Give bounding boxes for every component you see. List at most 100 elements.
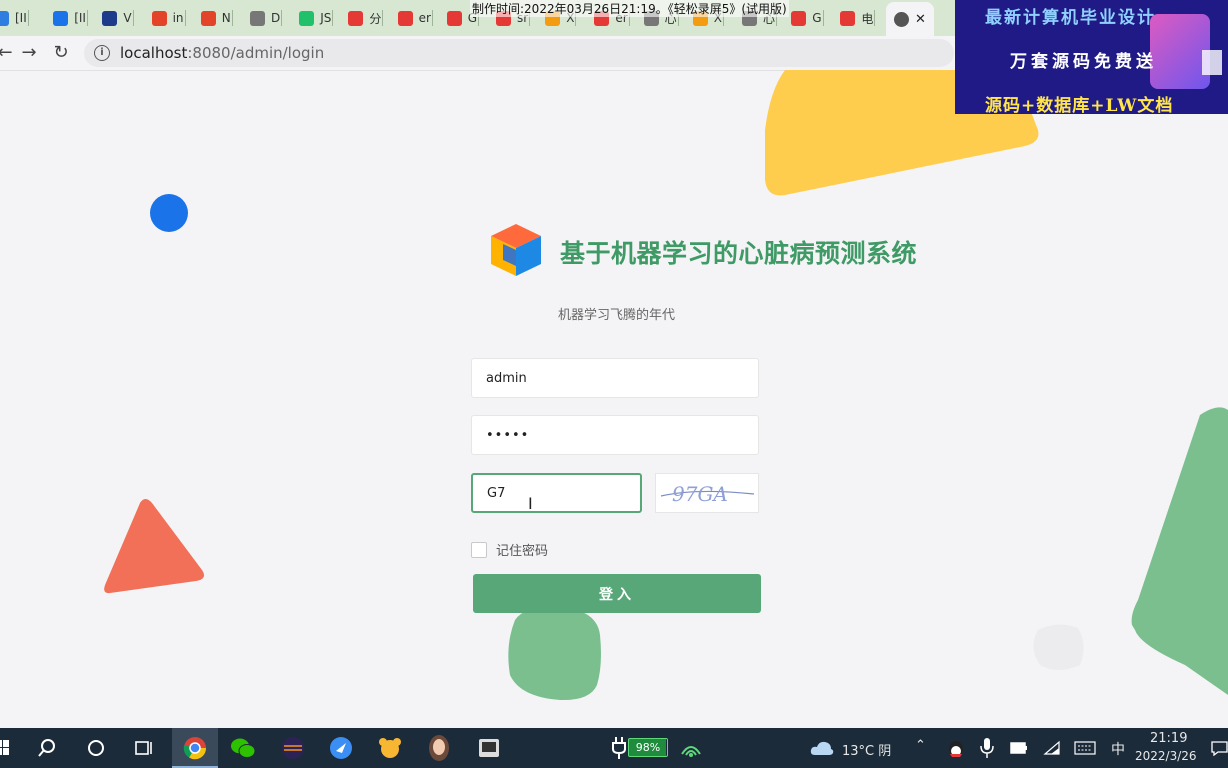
page-subtitle: 机器学习飞腾的年代 [558, 308, 676, 323]
tab-favicon-icon [102, 10, 118, 26]
tab-separator [874, 10, 876, 26]
cortana-circle-icon[interactable] [86, 738, 106, 758]
browser-tab[interactable]: 电 [840, 4, 876, 32]
tab-separator [431, 10, 433, 26]
browser-tab[interactable]: in [151, 4, 186, 32]
browser-tab[interactable]: G [791, 4, 824, 32]
power-plug-icon [612, 737, 626, 759]
battery-tray-icon[interactable] [1010, 740, 1028, 756]
forward-arrow-icon[interactable]: → [18, 42, 40, 64]
input-method-indicator[interactable]: 中 [1111, 739, 1125, 759]
clock-date[interactable]: 2022/3/26 [1135, 749, 1197, 763]
tab-separator [281, 10, 283, 26]
tab-separator [132, 10, 134, 26]
green-blob-decoration [508, 606, 601, 701]
red-triangle-decoration [104, 499, 204, 594]
promo-line-2: 万套源码免费送 [1010, 52, 1157, 72]
tab-favicon-icon [791, 10, 807, 26]
remember-password-checkbox[interactable] [471, 541, 487, 558]
green-shape-right-decoration [1131, 407, 1228, 695]
tab-label: [II [15, 11, 27, 25]
tab-separator [822, 10, 824, 26]
captcha-text: 97GA [672, 482, 728, 506]
promo-graphic [1150, 14, 1210, 89]
battery-indicator[interactable]: 98% [628, 738, 668, 757]
tab-separator [184, 10, 186, 26]
username-input[interactable]: admin [471, 358, 759, 398]
bear-app-icon[interactable] [378, 736, 402, 760]
clock-time[interactable]: 21:19 [1150, 731, 1187, 746]
page-title: 基于机器学习的心脏病预测系统 [560, 239, 918, 268]
promo-document-icon [1202, 50, 1222, 75]
promo-overlay: 最新计算机毕业设计 万套源码免费送 源码+数据库+LW文档 [955, 0, 1228, 114]
globe-favicon-icon [894, 11, 909, 27]
recording-watermark: 制作时间:2022年03月26日21:19。《轻松录屏5》(试用版) [470, 0, 789, 17]
avatar-app-icon[interactable] [427, 734, 451, 762]
browser-tab[interactable]: V [102, 4, 134, 32]
login-button[interactable]: 登入 [473, 574, 761, 613]
browser-tab[interactable]: [II [0, 4, 29, 32]
promo-line-3: 源码+数据库+LW文档 [985, 96, 1174, 114]
tab-favicon-icon [299, 10, 315, 26]
keyboard-icon[interactable] [1074, 740, 1096, 756]
windows-taskbar: 98% 13°C 阴 ⌃ 中 21:19 2022/3/26 [0, 728, 1228, 768]
tab-separator [231, 10, 233, 26]
tab-label: er [418, 11, 431, 25]
back-arrow-icon[interactable]: ← [0, 42, 16, 64]
search-icon[interactable] [37, 738, 57, 758]
tab-favicon-icon [446, 10, 462, 26]
browser-tab[interactable]: D [250, 4, 283, 32]
wifi-icon[interactable] [1043, 740, 1061, 756]
browser-tab[interactable]: 分 [348, 4, 384, 32]
blue-circle-decoration [150, 194, 188, 232]
address-bar[interactable]: i localhost:8080/admin/login [84, 39, 954, 67]
windows-start-icon[interactable] [0, 740, 10, 756]
tab-separator [27, 10, 29, 26]
tab-separator [382, 10, 384, 26]
browser-tab[interactable]: [II [53, 4, 88, 32]
tab-favicon-icon [250, 10, 265, 26]
tab-label: 分 [369, 11, 382, 26]
remember-password-row[interactable]: 记住密码 [471, 540, 548, 559]
network-status-icon[interactable] [680, 738, 702, 758]
show-hidden-icons-chevron-icon[interactable]: ⌃ [915, 738, 926, 753]
url-text[interactable]: localhost:8080/admin/login [120, 44, 324, 62]
task-view-icon[interactable] [133, 738, 153, 758]
notification-icon[interactable] [1211, 740, 1228, 756]
captcha-input[interactable]: G7 [471, 473, 642, 513]
wechat-icon[interactable] [230, 736, 256, 760]
eclipse-icon[interactable] [281, 736, 305, 760]
promo-line-1: 最新计算机毕业设计 [985, 8, 1156, 28]
weather-text[interactable]: 13°C 阴 [842, 740, 891, 759]
chrome-icon [183, 737, 207, 760]
text-cursor-icon: I [528, 494, 533, 513]
tab-label: N [221, 11, 231, 25]
reload-icon[interactable]: ↻ [50, 42, 72, 64]
browser-tab[interactable]: N [200, 4, 233, 32]
microphone-icon[interactable] [980, 737, 994, 759]
tab-label: [II [74, 11, 86, 25]
tab-label: D [271, 11, 281, 25]
tab-favicon-icon [53, 10, 69, 26]
tab-separator [86, 10, 88, 26]
browser-tab[interactable]: er [397, 4, 433, 32]
tab-label: G [812, 11, 822, 25]
site-info-icon[interactable]: i [94, 45, 110, 61]
close-tab-icon[interactable]: ✕ [915, 12, 926, 27]
tab-favicon-icon [397, 10, 413, 26]
tab-label: 电 [861, 11, 874, 26]
browser-tab-active[interactable]: ✕ [886, 2, 934, 36]
password-input[interactable]: ••••• [471, 415, 759, 455]
feishu-app-icon[interactable] [329, 736, 353, 760]
remember-password-label: 记住密码 [496, 544, 549, 559]
qq-penguin-icon[interactable] [946, 738, 966, 758]
tab-label: in [172, 11, 184, 25]
cloud-weather-icon [810, 741, 834, 755]
tab-favicon-icon [840, 10, 856, 26]
tab-favicon-icon [0, 10, 9, 26]
captcha-image[interactable]: 97GA [655, 473, 759, 513]
captcha-graphic: 97GA [660, 482, 755, 506]
browser-tab[interactable]: JS [299, 4, 334, 32]
tab-label: JS [320, 11, 332, 25]
screen-recorder-icon[interactable] [477, 736, 501, 760]
